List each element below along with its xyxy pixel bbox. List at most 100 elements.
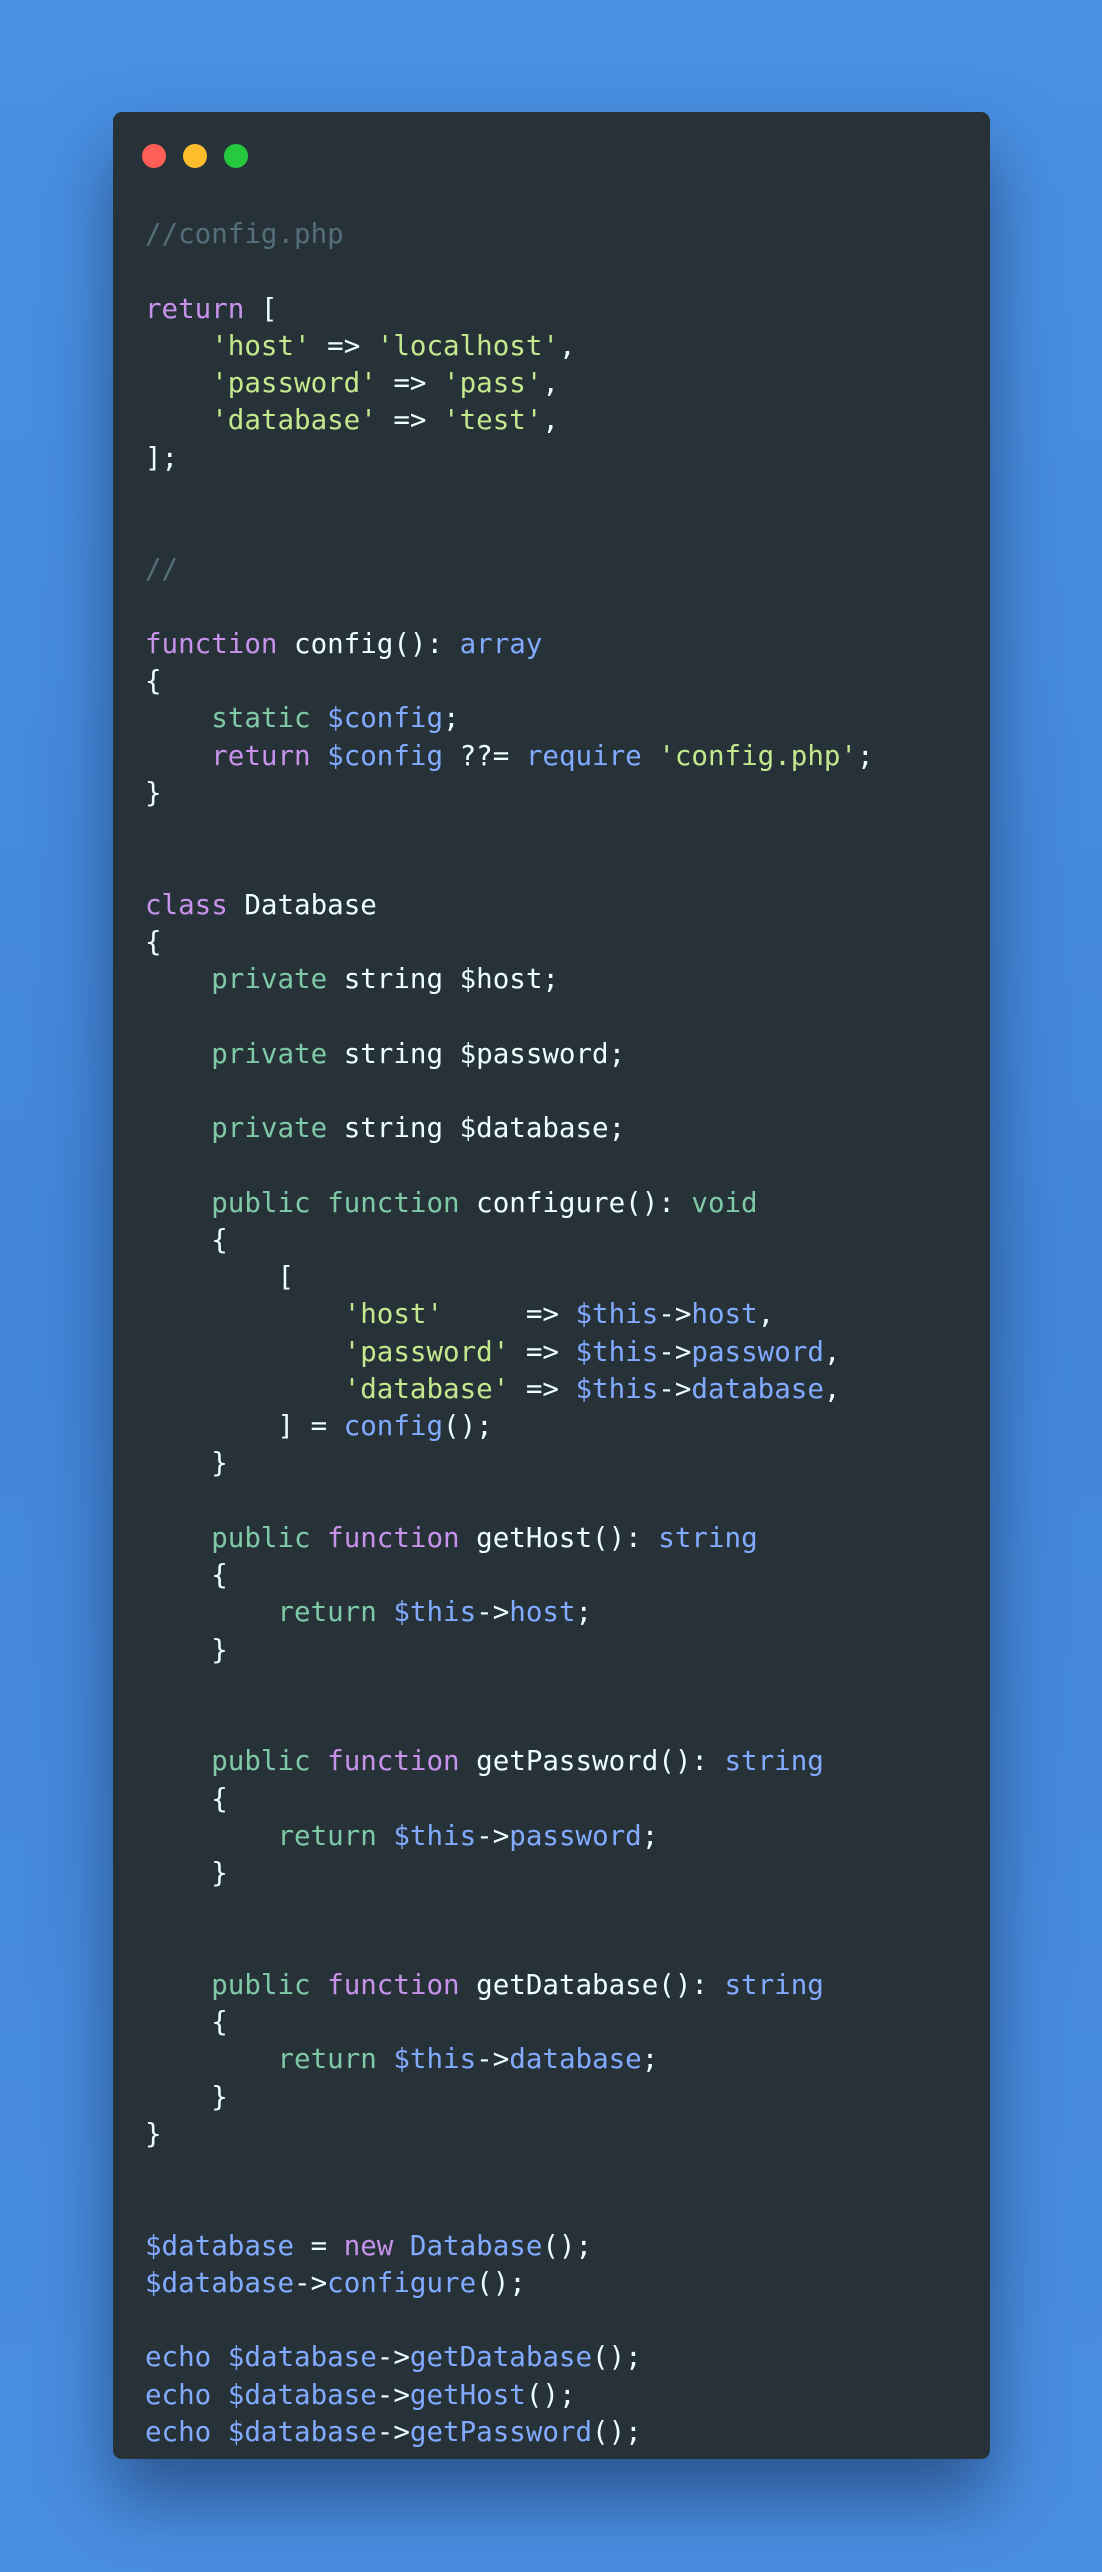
code-text-token: } bbox=[145, 1447, 228, 1480]
code-line: echo $database->getDatabase(); bbox=[145, 2339, 874, 2376]
identifier-token: array bbox=[459, 627, 543, 660]
code-line: private string $host; bbox=[145, 961, 874, 998]
code-text-token: -> bbox=[476, 1596, 510, 1629]
keyword-token: function bbox=[327, 1745, 460, 1778]
code-text-token: => bbox=[376, 404, 444, 437]
code-text-token: , bbox=[757, 1298, 775, 1331]
code-line: { bbox=[145, 1781, 874, 1818]
code-line: return $this->password; bbox=[145, 1818, 874, 1855]
identifier-token: string bbox=[658, 1521, 758, 1554]
code-text-token: (); bbox=[542, 2229, 593, 2262]
code-line: } bbox=[145, 1632, 874, 1669]
code-text-token: ; bbox=[641, 2043, 659, 2076]
code-text-token: -> bbox=[476, 2043, 510, 2076]
identifier-token: $database bbox=[145, 2229, 295, 2262]
code-line: { bbox=[145, 2004, 874, 2041]
code-line: static $config; bbox=[145, 700, 874, 737]
code-text-token: { bbox=[145, 925, 162, 958]
code-line: { bbox=[145, 924, 874, 961]
code-text-token: getPassword(): bbox=[459, 1745, 725, 1778]
code-text-token: { bbox=[145, 1559, 228, 1591]
code-text-token: , bbox=[558, 329, 576, 362]
modifier-token: private bbox=[211, 1112, 328, 1144]
code-text-token: Database bbox=[227, 888, 377, 921]
modifier-token: public bbox=[211, 1745, 311, 1778]
code-line: 'database' => 'test', bbox=[145, 402, 874, 439]
maximize-dot-icon[interactable] bbox=[224, 144, 248, 168]
code-line: 'host' => 'localhost', bbox=[145, 328, 874, 365]
code-line: return [ bbox=[145, 291, 874, 328]
keyword-token: function bbox=[145, 627, 278, 660]
code-text-token: string $host; bbox=[327, 963, 559, 995]
string-literal-token: 'config.php' bbox=[658, 739, 857, 772]
code-text-token: , bbox=[542, 404, 559, 437]
identifier-token: $this bbox=[575, 1298, 659, 1331]
code-text-token: -> bbox=[294, 2266, 328, 2299]
code-text-token: ; bbox=[443, 702, 460, 735]
code-line: } bbox=[145, 2116, 874, 2153]
code-line: ]; bbox=[145, 440, 874, 477]
code-text-token: } bbox=[145, 1633, 228, 1666]
code-text-token: { bbox=[145, 2006, 228, 2038]
close-dot-icon[interactable] bbox=[142, 144, 166, 168]
identifier-token: getHost bbox=[409, 2378, 526, 2411]
code-text-token: ; bbox=[857, 739, 874, 772]
code-text-token: -> bbox=[658, 1335, 692, 1368]
code-text-token: -> bbox=[658, 1298, 692, 1331]
code-text-token: -> bbox=[658, 1372, 692, 1405]
identifier-token: echo $database bbox=[145, 2341, 377, 2374]
identifier-token: $this bbox=[393, 1596, 477, 1629]
string-literal-token: 'password' bbox=[343, 1335, 510, 1368]
code-line: echo $database->getHost(); bbox=[145, 2377, 874, 2414]
code-line: { bbox=[145, 1557, 874, 1594]
code-text-token: } bbox=[145, 2117, 162, 2150]
code-line: return $this->database; bbox=[145, 2041, 874, 2078]
identifier-token: Database bbox=[409, 2229, 543, 2262]
string-literal-token: 'host' bbox=[343, 1298, 444, 1331]
code-text-token: -> bbox=[476, 1819, 510, 1852]
identifier-token: config bbox=[343, 1410, 444, 1442]
code-line: { bbox=[145, 663, 874, 700]
minimize-dot-icon[interactable] bbox=[183, 144, 207, 168]
code-text-token: getHost(): bbox=[459, 1521, 659, 1554]
string-literal-token: 'database' bbox=[343, 1372, 510, 1405]
code-line: return $this->host; bbox=[145, 1594, 874, 1631]
code-line: private string $database; bbox=[145, 1110, 874, 1147]
modifier-token: return bbox=[277, 1596, 377, 1629]
keyword-token: return bbox=[211, 739, 311, 772]
identifier-token: string bbox=[724, 1745, 824, 1778]
code-text-token: => bbox=[509, 1372, 576, 1405]
identifier-token: $database bbox=[145, 2266, 295, 2299]
code-text-token: ; bbox=[575, 1596, 593, 1629]
code-text-token: (); bbox=[476, 2266, 526, 2299]
code-text-token: [ bbox=[145, 1261, 295, 1293]
string-literal-token: 'host' bbox=[211, 329, 311, 362]
identifier-token: $this bbox=[393, 2043, 477, 2076]
code-line: // bbox=[145, 551, 874, 588]
identifier-token: database bbox=[509, 2043, 642, 2076]
code-text-token: => bbox=[310, 329, 377, 362]
string-literal-token: 'pass' bbox=[443, 367, 543, 399]
code-text-token: } bbox=[145, 776, 162, 809]
